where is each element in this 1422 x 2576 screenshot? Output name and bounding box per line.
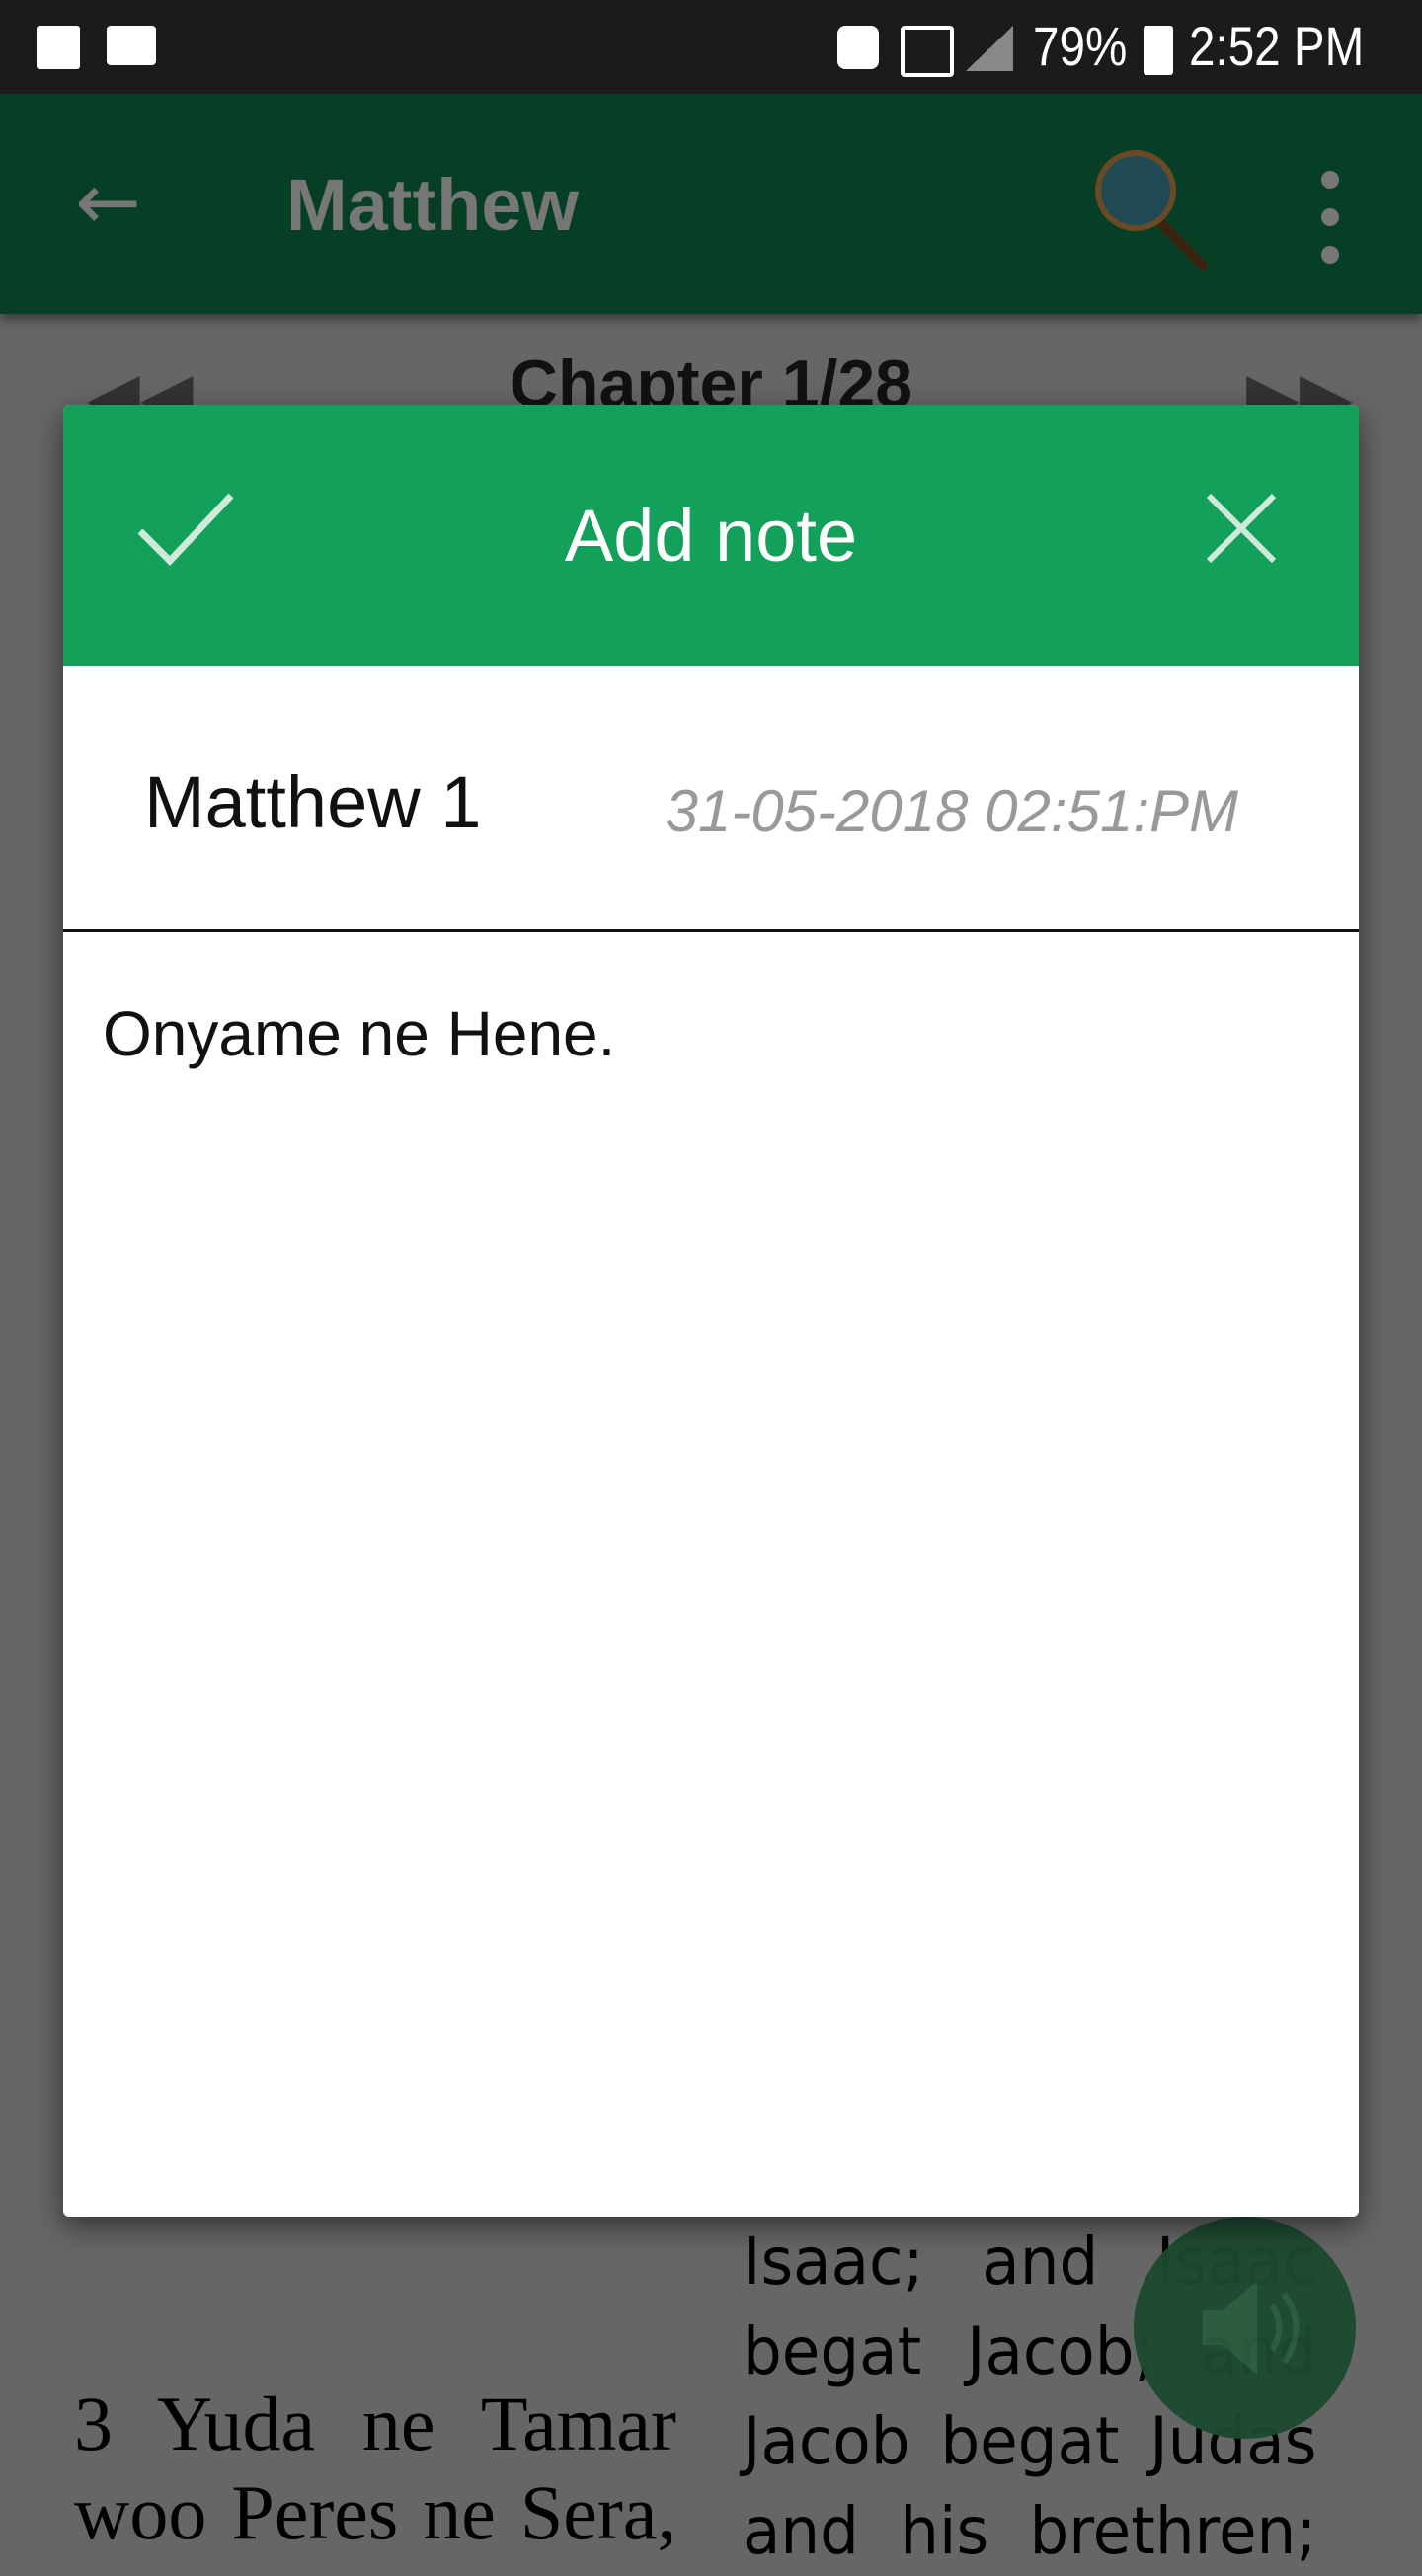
- note-date: 31-05-2018 02:51:PM: [665, 778, 1238, 844]
- image-icon: [37, 26, 80, 69]
- message-icon: [107, 26, 156, 65]
- battery-percent: 79%: [1033, 15, 1128, 77]
- note-info-row: Matthew 1 31-05-2018 02:51:PM: [63, 666, 1359, 932]
- close-icon[interactable]: [1197, 484, 1286, 573]
- verse-line: and his brethren;: [743, 2493, 1317, 2569]
- status-bar: 79% 2:52 PM: [0, 0, 1422, 94]
- battery-charging-icon: [1144, 26, 1173, 75]
- signal-icon: [901, 26, 954, 77]
- more-vert-icon[interactable]: [1321, 171, 1339, 283]
- note-reference: Matthew 1: [144, 761, 482, 843]
- back-arrow-icon[interactable]: ←: [75, 163, 141, 242]
- call-icon: [837, 26, 879, 69]
- audio-fab-button[interactable]: [1134, 2217, 1356, 2439]
- page-title: Matthew: [286, 164, 579, 246]
- add-note-dialog: Add note Matthew 1 31-05-2018 02:51:PM O…: [63, 405, 1359, 2217]
- speaker-icon: [1203, 2281, 1300, 2375]
- verse-left-column: 3 Yuda ne Tamar woo Peres ne Sera,: [74, 2380, 676, 2557]
- search-icon[interactable]: [1086, 143, 1215, 272]
- verse-line: 3 Yuda ne Tamar: [74, 2381, 676, 2466]
- verse-line: woo Peres ne Sera,: [74, 2469, 676, 2555]
- toolbar: ← Matthew: [0, 94, 1422, 314]
- signal-icon: [966, 26, 1013, 71]
- clock: 2:52 PM: [1189, 15, 1365, 77]
- dialog-header: Add note: [63, 405, 1359, 666]
- note-text-field[interactable]: Onyame ne Hene.: [103, 997, 1319, 1070]
- dialog-title: Add note: [564, 495, 858, 577]
